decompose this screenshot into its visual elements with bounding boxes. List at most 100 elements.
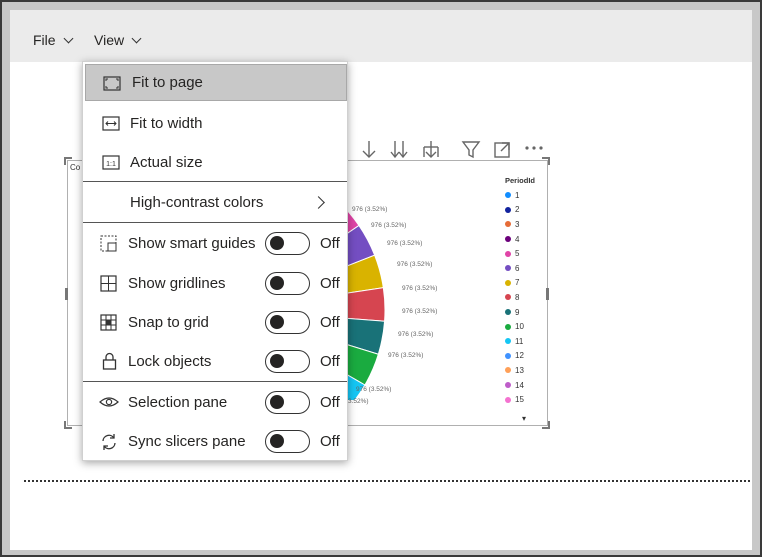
legend-item[interactable]: 4 [505,232,535,247]
file-menu-label: File [33,32,56,48]
menu-item-snap-to-grid[interactable]: Snap to grid Off [83,303,347,342]
pie-data-label: 976 (3.52%) [388,352,424,359]
legend-label: 8 [515,292,520,302]
toggle-state: Off [320,235,340,252]
legend-color-dot [505,396,511,403]
view-menu[interactable]: View [94,32,142,48]
legend-color-dot [505,367,511,374]
legend-item[interactable]: 10 [505,319,535,334]
toggle-state: Off [320,394,340,411]
legend-color-dot [505,221,511,228]
menu-item-label: Fit to page [132,74,203,91]
legend-label: 11 [515,336,524,346]
fit-width-icon [102,116,120,131]
menu-item-show-gridlines[interactable]: Show gridlines Off [83,263,347,303]
snap-grid-icon [100,314,117,331]
menu-item-selection-pane[interactable]: Selection pane Off [83,383,347,421]
toggle-state: Off [320,314,340,331]
legend-item[interactable]: 7 [505,276,535,291]
lock-objects-toggle[interactable] [265,350,310,373]
resize-handle[interactable] [542,421,550,429]
snap-grid-toggle[interactable] [265,311,310,334]
legend-item[interactable]: 6 [505,261,535,276]
legend-label: 5 [515,249,520,259]
menu-bar: File View [10,10,752,62]
legend-item[interactable]: 9 [505,305,535,320]
smart-guides-toggle[interactable] [265,232,310,255]
resize-handle[interactable] [546,288,549,300]
pie-data-label: 976 (3.52%) [402,308,438,315]
legend-item[interactable]: 5 [505,246,535,261]
legend-scroll-down-icon[interactable]: ▾ [522,414,526,423]
legend-item[interactable]: 14 [505,378,535,393]
menu-item-lock-objects[interactable]: Lock objects Off [83,342,347,381]
resize-handle[interactable] [64,421,72,429]
legend-color-dot [505,338,511,345]
legend-item[interactable]: 12 [505,349,535,364]
legend-label: 6 [515,263,520,273]
menu-item-label: Sync slicers pane [128,433,246,450]
actual-size-icon: 1:1 [102,155,120,170]
more-options-icon [525,146,543,150]
menu-separator [83,222,347,223]
menu-item-label: High-contrast colors [130,193,264,211]
resize-handle[interactable] [64,157,72,165]
menu-item-label: Lock objects [128,353,212,370]
resize-handle[interactable] [65,288,68,300]
legend-color-dot [505,206,511,213]
sync-icon [102,434,116,450]
pie-data-label: 976 (3.52%) [356,386,392,393]
legend-label: 12 [515,351,524,361]
fit-page-icon [103,76,121,91]
sync-slicers-toggle[interactable] [265,430,310,453]
lock-icon [102,352,117,370]
gridlines-toggle[interactable] [265,272,310,295]
legend-color-dot [505,250,511,257]
menu-item-label: Show gridlines [128,274,226,292]
menu-item-fit-to-width[interactable]: Fit to width [83,104,347,142]
menu-item-high-contrast[interactable]: High-contrast colors [83,183,347,221]
legend-label: 2 [515,205,520,215]
legend-item[interactable]: 8 [505,290,535,305]
legend-item[interactable]: 2 [505,203,535,218]
menu-item-actual-size[interactable]: 1:1 Actual size [83,143,347,181]
legend-title: PeriodId [505,176,536,185]
smart-guides-icon [100,235,117,252]
pie-data-label: 3.52%) [348,398,369,405]
menu-item-fit-to-page[interactable]: Fit to page [85,64,347,101]
legend-color-dot [505,352,511,359]
selection-pane-toggle[interactable] [265,391,310,414]
toggle-state: Off [320,275,340,292]
legend-color-dot [505,279,511,286]
expand-all-icon [390,141,408,159]
legend-item[interactable]: 15 [505,392,535,407]
legend-item[interactable]: 11 [505,334,535,349]
menu-item-sync-slicers-pane[interactable]: Sync slicers pane Off [83,422,347,461]
legend-label: 7 [515,278,520,288]
visual-header-toolbar [362,141,543,159]
pie-data-label: 976 (3.52%) [371,222,407,229]
pie-data-label: 976 (3.52%) [398,331,434,338]
page-boundary-line [24,480,750,482]
svg-text:1:1: 1:1 [106,161,116,168]
legend-item[interactable]: 1 [505,188,535,203]
legend-color-dot [505,294,511,301]
menu-separator [83,181,347,182]
file-menu[interactable]: File [33,32,74,48]
filter-icon [461,141,481,159]
toggle-state: Off [320,433,340,450]
view-dropdown-menu: Fit to page Fit to width 1:1 Actual size… [82,61,348,461]
legend-label: 3 [515,219,520,229]
legend-item[interactable]: 3 [505,217,535,232]
legend-label: 4 [515,234,520,244]
menu-item-smart-guides[interactable]: Show smart guides Off [83,224,347,262]
legend-label: 9 [515,307,520,317]
legend-label: 10 [515,322,524,332]
drill-down-icon [362,141,376,158]
eye-icon [99,397,119,407]
legend-color-dot [505,382,511,389]
legend-item[interactable]: 13 [505,363,535,378]
menu-item-label: Selection pane [128,393,228,411]
menu-item-label: Actual size [130,153,203,171]
menu-item-label: Snap to grid [128,314,209,331]
